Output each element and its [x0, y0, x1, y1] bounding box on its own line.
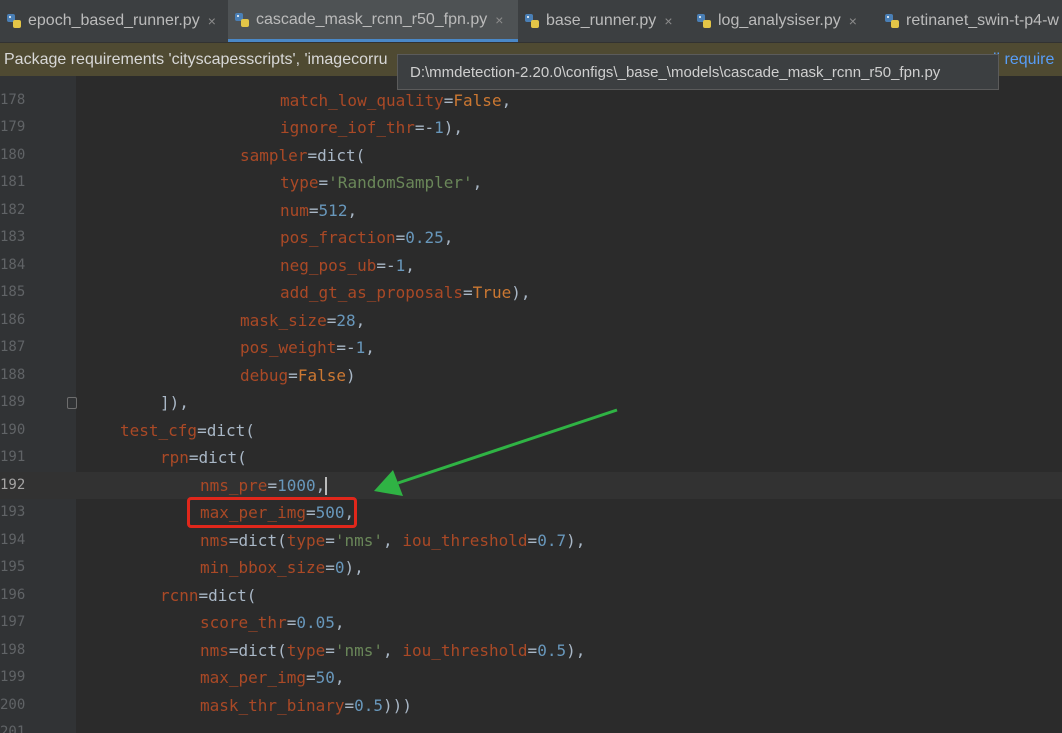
annotation-arrow: [374, 408, 618, 496]
